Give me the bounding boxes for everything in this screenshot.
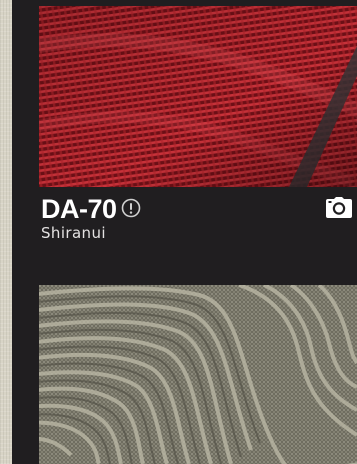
product-title-row: DA-70 (39, 194, 357, 224)
product-image-gray-weave[interactable] (39, 285, 357, 464)
camera-icon[interactable] (325, 196, 353, 220)
product-code: DA-70 (41, 194, 117, 224)
adjacent-card-edge (0, 0, 12, 464)
product-name: Shiranui (41, 224, 106, 242)
product-image-red-weave[interactable] (39, 6, 357, 187)
info-circle-icon[interactable] (121, 198, 141, 218)
